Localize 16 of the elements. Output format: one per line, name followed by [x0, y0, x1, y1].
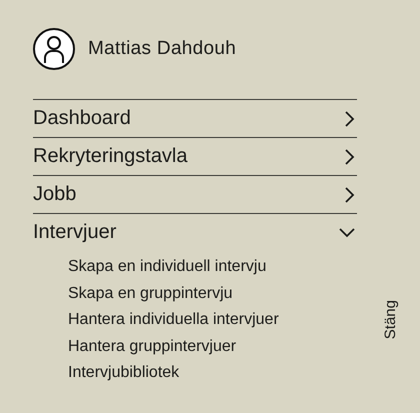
avatar-icon — [33, 28, 75, 70]
submenu-link[interactable]: Intervjubibliotek — [68, 360, 180, 386]
menu-item[interactable]: Jobb — [33, 175, 357, 213]
chevron-right-icon — [345, 110, 355, 126]
close-button[interactable]: Stäng — [382, 300, 399, 340]
submenu-link[interactable]: Skapa en individuell intervju — [68, 254, 266, 280]
submenu-link[interactable]: Hantera individuella intervjuer — [68, 307, 279, 334]
menu-item[interactable]: Rekryteringstavla — [33, 137, 357, 175]
chevron-right-icon — [345, 186, 355, 202]
user-name: Mattias Dahdouh — [88, 38, 236, 60]
menu-item[interactable]: Dashboard — [33, 99, 357, 137]
menu-item[interactable]: Intervjuer — [33, 213, 357, 251]
chevron-down-icon — [339, 228, 355, 238]
chevron-right-icon — [345, 148, 355, 164]
submenu-link[interactable]: Skapa en gruppintervju — [68, 280, 233, 307]
submenu-link[interactable]: Hantera gruppintervjuer — [68, 334, 236, 360]
